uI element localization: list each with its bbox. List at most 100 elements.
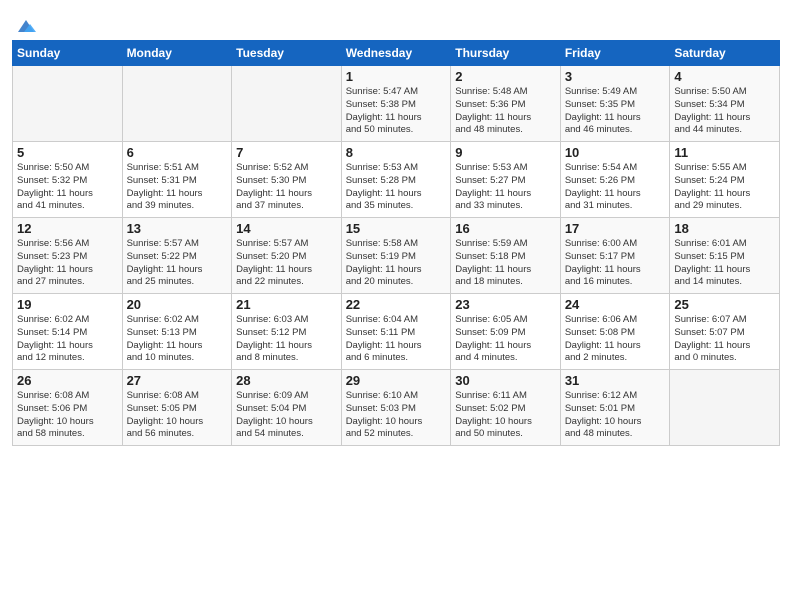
day-info: Sunrise: 5:55 AM Sunset: 5:24 PM Dayligh…	[674, 162, 775, 213]
calendar-cell: 9 Sunrise: 5:53 AM Sunset: 5:27 PM Daylig…	[451, 142, 561, 218]
header	[12, 10, 780, 34]
day-number: 26	[17, 373, 118, 388]
calendar-week-2: 5 Sunrise: 5:50 AM Sunset: 5:32 PM Daylig…	[13, 142, 780, 218]
day-info: Sunrise: 6:11 AM Sunset: 5:02 PM Dayligh…	[455, 390, 556, 441]
day-info: Sunrise: 5:57 AM Sunset: 5:22 PM Dayligh…	[127, 238, 228, 289]
day-header-saturday: Saturday	[670, 41, 780, 66]
calendar-cell: 30Sunrise: 6:11 AM Sunset: 5:02 PM Dayli…	[451, 370, 561, 446]
day-number: 1	[346, 69, 447, 84]
day-info: Sunrise: 6:08 AM Sunset: 5:05 PM Dayligh…	[127, 390, 228, 441]
calendar-cell: 28Sunrise: 6:09 AM Sunset: 5:04 PM Dayli…	[232, 370, 342, 446]
day-number: 16	[455, 221, 556, 236]
calendar-cell	[13, 66, 123, 142]
day-number: 28	[236, 373, 337, 388]
logo-icon	[14, 14, 38, 38]
calendar-cell: 3 Sunrise: 5:49 AM Sunset: 5:35 PM Daylig…	[560, 66, 670, 142]
day-number: 23	[455, 297, 556, 312]
day-info: Sunrise: 5:50 AM Sunset: 5:34 PM Dayligh…	[674, 86, 775, 137]
calendar-cell: 6 Sunrise: 5:51 AM Sunset: 5:31 PM Daylig…	[122, 142, 232, 218]
day-info: Sunrise: 5:57 AM Sunset: 5:20 PM Dayligh…	[236, 238, 337, 289]
calendar-cell: 2 Sunrise: 5:48 AM Sunset: 5:36 PM Daylig…	[451, 66, 561, 142]
day-info: Sunrise: 6:07 AM Sunset: 5:07 PM Dayligh…	[674, 314, 775, 365]
day-info: Sunrise: 5:54 AM Sunset: 5:26 PM Dayligh…	[565, 162, 666, 213]
day-header-sunday: Sunday	[13, 41, 123, 66]
day-info: Sunrise: 6:12 AM Sunset: 5:01 PM Dayligh…	[565, 390, 666, 441]
day-number: 2	[455, 69, 556, 84]
calendar-cell: 17 Sunrise: 6:00 AM Sunset: 5:17 PM Dayli…	[560, 218, 670, 294]
day-info: Sunrise: 6:05 AM Sunset: 5:09 PM Dayligh…	[455, 314, 556, 365]
day-header-wednesday: Wednesday	[341, 41, 451, 66]
calendar-cell: 14Sunrise: 5:57 AM Sunset: 5:20 PM Dayli…	[232, 218, 342, 294]
day-info: Sunrise: 5:52 AM Sunset: 5:30 PM Dayligh…	[236, 162, 337, 213]
day-number: 10	[565, 145, 666, 160]
day-number: 11	[674, 145, 775, 160]
day-info: Sunrise: 6:02 AM Sunset: 5:13 PM Dayligh…	[127, 314, 228, 365]
calendar-cell: 18 Sunrise: 6:01 AM Sunset: 5:15 PM Dayli…	[670, 218, 780, 294]
day-info: Sunrise: 6:00 AM Sunset: 5:17 PM Dayligh…	[565, 238, 666, 289]
calendar-cell: 26 Sunrise: 6:08 AM Sunset: 5:06 PM Dayli…	[13, 370, 123, 446]
calendar-cell: 11 Sunrise: 5:55 AM Sunset: 5:24 PM Dayli…	[670, 142, 780, 218]
calendar-week-1: 1Sunrise: 5:47 AM Sunset: 5:38 PM Daylig…	[13, 66, 780, 142]
calendar-week-5: 26 Sunrise: 6:08 AM Sunset: 5:06 PM Dayli…	[13, 370, 780, 446]
day-number: 24	[565, 297, 666, 312]
calendar-cell: 19Sunrise: 6:02 AM Sunset: 5:14 PM Dayli…	[13, 294, 123, 370]
day-info: Sunrise: 5:50 AM Sunset: 5:32 PM Dayligh…	[17, 162, 118, 213]
calendar-cell: 7Sunrise: 5:52 AM Sunset: 5:30 PM Daylig…	[232, 142, 342, 218]
logo	[12, 14, 38, 34]
day-number: 6	[127, 145, 228, 160]
day-number: 25	[674, 297, 775, 312]
day-number: 22	[346, 297, 447, 312]
day-info: Sunrise: 6:06 AM Sunset: 5:08 PM Dayligh…	[565, 314, 666, 365]
day-number: 4	[674, 69, 775, 84]
day-number: 17	[565, 221, 666, 236]
calendar-cell	[670, 370, 780, 446]
calendar-cell: 5 Sunrise: 5:50 AM Sunset: 5:32 PM Daylig…	[13, 142, 123, 218]
day-info: Sunrise: 5:48 AM Sunset: 5:36 PM Dayligh…	[455, 86, 556, 137]
day-number: 5	[17, 145, 118, 160]
calendar-cell: 22 Sunrise: 6:04 AM Sunset: 5:11 PM Dayli…	[341, 294, 451, 370]
day-header-thursday: Thursday	[451, 41, 561, 66]
day-header-friday: Friday	[560, 41, 670, 66]
day-info: Sunrise: 5:58 AM Sunset: 5:19 PM Dayligh…	[346, 238, 447, 289]
day-info: Sunrise: 6:03 AM Sunset: 5:12 PM Dayligh…	[236, 314, 337, 365]
day-number: 18	[674, 221, 775, 236]
day-info: Sunrise: 5:53 AM Sunset: 5:27 PM Dayligh…	[455, 162, 556, 213]
calendar-cell: 23 Sunrise: 6:05 AM Sunset: 5:09 PM Dayli…	[451, 294, 561, 370]
day-number: 31	[565, 373, 666, 388]
calendar-week-3: 12 Sunrise: 5:56 AM Sunset: 5:23 PM Dayli…	[13, 218, 780, 294]
day-number: 29	[346, 373, 447, 388]
day-number: 12	[17, 221, 118, 236]
day-number: 27	[127, 373, 228, 388]
calendar-cell: 13 Sunrise: 5:57 AM Sunset: 5:22 PM Dayli…	[122, 218, 232, 294]
day-info: Sunrise: 5:59 AM Sunset: 5:18 PM Dayligh…	[455, 238, 556, 289]
calendar-cell: 12 Sunrise: 5:56 AM Sunset: 5:23 PM Dayli…	[13, 218, 123, 294]
day-info: Sunrise: 5:56 AM Sunset: 5:23 PM Dayligh…	[17, 238, 118, 289]
calendar-cell: 4 Sunrise: 5:50 AM Sunset: 5:34 PM Daylig…	[670, 66, 780, 142]
day-info: Sunrise: 5:51 AM Sunset: 5:31 PM Dayligh…	[127, 162, 228, 213]
day-header-monday: Monday	[122, 41, 232, 66]
calendar-cell: 29 Sunrise: 6:10 AM Sunset: 5:03 PM Dayli…	[341, 370, 451, 446]
day-info: Sunrise: 6:10 AM Sunset: 5:03 PM Dayligh…	[346, 390, 447, 441]
day-info: Sunrise: 6:02 AM Sunset: 5:14 PM Dayligh…	[17, 314, 118, 365]
calendar-cell: 24 Sunrise: 6:06 AM Sunset: 5:08 PM Dayli…	[560, 294, 670, 370]
calendar-cell: 16 Sunrise: 5:59 AM Sunset: 5:18 PM Dayli…	[451, 218, 561, 294]
calendar-cell: 20Sunrise: 6:02 AM Sunset: 5:13 PM Dayli…	[122, 294, 232, 370]
calendar-header-row: SundayMondayTuesdayWednesdayThursdayFrid…	[13, 41, 780, 66]
calendar-week-4: 19Sunrise: 6:02 AM Sunset: 5:14 PM Dayli…	[13, 294, 780, 370]
day-info: Sunrise: 6:01 AM Sunset: 5:15 PM Dayligh…	[674, 238, 775, 289]
day-info: Sunrise: 6:08 AM Sunset: 5:06 PM Dayligh…	[17, 390, 118, 441]
day-number: 9	[455, 145, 556, 160]
day-number: 3	[565, 69, 666, 84]
calendar-cell: 8Sunrise: 5:53 AM Sunset: 5:28 PM Daylig…	[341, 142, 451, 218]
calendar-cell: 31 Sunrise: 6:12 AM Sunset: 5:01 PM Dayli…	[560, 370, 670, 446]
calendar-table: SundayMondayTuesdayWednesdayThursdayFrid…	[12, 40, 780, 446]
day-number: 15	[346, 221, 447, 236]
calendar-cell: 25 Sunrise: 6:07 AM Sunset: 5:07 PM Dayli…	[670, 294, 780, 370]
day-info: Sunrise: 6:04 AM Sunset: 5:11 PM Dayligh…	[346, 314, 447, 365]
calendar-cell	[122, 66, 232, 142]
main-container: SundayMondayTuesdayWednesdayThursdayFrid…	[0, 0, 792, 454]
day-info: Sunrise: 5:49 AM Sunset: 5:35 PM Dayligh…	[565, 86, 666, 137]
calendar-cell: 21Sunrise: 6:03 AM Sunset: 5:12 PM Dayli…	[232, 294, 342, 370]
day-number: 13	[127, 221, 228, 236]
calendar-cell: 15 Sunrise: 5:58 AM Sunset: 5:19 PM Dayli…	[341, 218, 451, 294]
